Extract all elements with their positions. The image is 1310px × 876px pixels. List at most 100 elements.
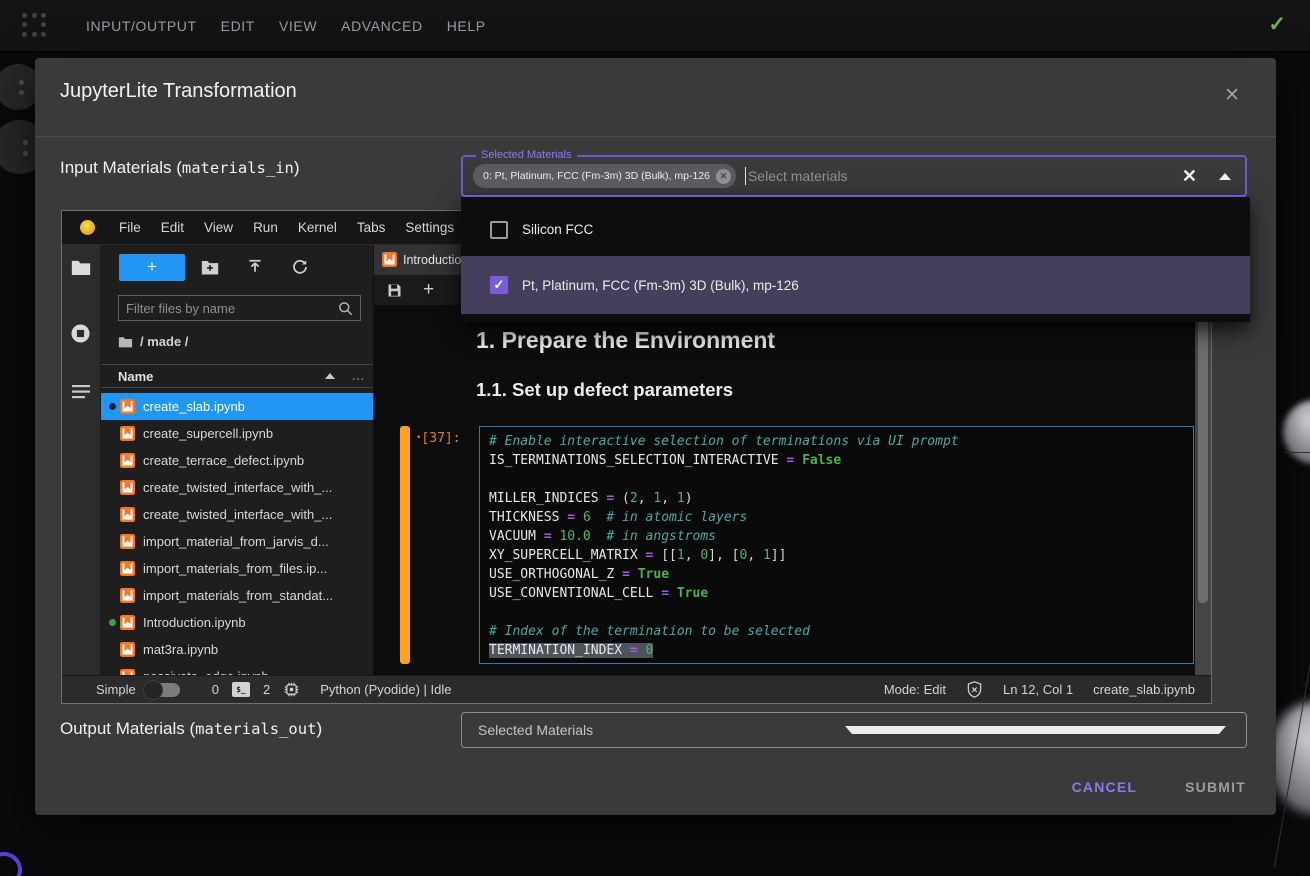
code-line: # Index of the termination to be selecte… bbox=[489, 622, 1184, 641]
cell-edge-line bbox=[1284, 452, 1310, 453]
file-row[interactable]: create_terrace_defect.ipynb bbox=[101, 447, 373, 474]
jupyter-menu-settings[interactable]: Settings bbox=[395, 220, 464, 235]
file-row[interactable]: import_materials_from_files.ip... bbox=[101, 555, 373, 582]
topbar-menu-help[interactable]: HELP bbox=[435, 18, 498, 34]
file-list-header[interactable]: Name ... bbox=[101, 364, 373, 388]
file-row[interactable]: Introduction.ipynb bbox=[101, 609, 373, 636]
input-label-prefix: Input Materials ( bbox=[60, 158, 182, 177]
checkbox-checked-icon[interactable]: ✓ bbox=[490, 276, 508, 294]
breadcrumb[interactable]: / made / bbox=[118, 334, 188, 349]
add-cell-icon[interactable]: + bbox=[423, 279, 434, 301]
notebook-file-icon bbox=[120, 480, 135, 495]
cell-collapser-bar[interactable] bbox=[400, 426, 410, 664]
file-name: import_material_from_jarvis_d... bbox=[143, 534, 329, 549]
kernel-chip-icon bbox=[283, 681, 300, 698]
code-line: # Enable interactive selection of termin… bbox=[489, 432, 1184, 451]
jupyter-menu-run[interactable]: Run bbox=[243, 220, 288, 235]
filter-files-box[interactable] bbox=[118, 295, 361, 321]
file-name: Introduction.ipynb bbox=[143, 615, 246, 630]
refresh-icon[interactable] bbox=[280, 259, 320, 275]
new-launcher-button[interactable]: + bbox=[119, 254, 185, 281]
code-line: TERMINATION_INDEX = 0 bbox=[489, 641, 1184, 660]
file-row[interactable]: mat3ra.ipynb bbox=[101, 636, 373, 663]
chip-delete-icon[interactable]: ✕ bbox=[716, 169, 731, 184]
jupyter-menu-view[interactable]: View bbox=[194, 220, 243, 235]
topbar-menu-view[interactable]: VIEW bbox=[267, 18, 329, 34]
sort-ascending-icon[interactable] bbox=[325, 373, 335, 379]
table-of-contents-icon[interactable] bbox=[72, 385, 90, 399]
terminals-count[interactable]: 0 bbox=[212, 682, 219, 697]
jupyter-menu-kernel[interactable]: Kernel bbox=[288, 220, 347, 235]
material-chip[interactable]: 0: Pt, Platinum, FCC (Fm-3m) 3D (Bulk), … bbox=[473, 164, 736, 188]
app-logo-icon[interactable] bbox=[22, 13, 48, 39]
kernels-count[interactable]: 2 bbox=[263, 682, 270, 697]
scrollbar-thumb[interactable] bbox=[1198, 273, 1208, 603]
chevron-down-icon[interactable] bbox=[845, 726, 1226, 734]
jupyter-menu-file[interactable]: File bbox=[109, 220, 151, 235]
file-row[interactable]: import_materials_from_standat... bbox=[101, 582, 373, 609]
notebook-file-icon bbox=[120, 588, 135, 603]
filter-files-input[interactable] bbox=[126, 301, 338, 316]
jupyter-menu-tabs[interactable]: Tabs bbox=[347, 220, 396, 235]
simple-mode-toggle[interactable] bbox=[146, 683, 180, 697]
submit-button[interactable]: SUBMIT bbox=[1185, 779, 1246, 795]
input-materials-label: Input Materials (materials_in) bbox=[60, 158, 300, 178]
more-columns-icon[interactable]: ... bbox=[352, 369, 365, 383]
breadcrumb-path: / made / bbox=[140, 334, 188, 349]
tab-introduction-ipynb[interactable]: Introduction.ipynb bbox=[374, 245, 462, 274]
material-option-0[interactable]: Silicon FCC bbox=[461, 207, 1250, 252]
code-line: USE_CONVENTIONAL_CELL = True bbox=[489, 584, 1184, 603]
cancel-button[interactable]: CANCEL bbox=[1072, 779, 1138, 795]
new-folder-icon[interactable] bbox=[190, 260, 230, 275]
app-background: INPUT/OUTPUTEDITVIEWADVANCEDHELP ✓ Jupyt… bbox=[0, 0, 1310, 876]
notebook-file-icon bbox=[120, 534, 135, 549]
clear-icon[interactable]: ✕ bbox=[1182, 166, 1197, 187]
materials-dropdown: Silicon FCC ✓ Pt, Platinum, FCC (Fm-3m) 3D… bbox=[461, 197, 1250, 322]
selected-materials-input[interactable]: Selected Materials 0: Pt, Platinum, FCC … bbox=[461, 155, 1247, 197]
file-row[interactable]: create_slab.ipynb bbox=[101, 393, 373, 420]
file-row[interactable]: passivate_edge.ipynb bbox=[101, 663, 373, 675]
trust-shield-icon[interactable] bbox=[966, 681, 983, 699]
file-row[interactable]: import_material_from_jarvis_d... bbox=[101, 528, 373, 555]
folder-icon bbox=[118, 336, 133, 348]
code-editor[interactable]: # Enable interactive selection of termin… bbox=[479, 426, 1194, 664]
upload-icon[interactable] bbox=[235, 259, 275, 275]
topbar-menu-edit[interactable]: EDIT bbox=[209, 18, 267, 34]
name-column-header[interactable]: Name bbox=[118, 369, 153, 384]
checkbox-unchecked-icon[interactable] bbox=[490, 221, 508, 239]
code-line bbox=[489, 470, 1184, 489]
code-line bbox=[489, 603, 1184, 622]
file-row[interactable]: create_twisted_interface_with_... bbox=[101, 501, 373, 528]
close-icon[interactable]: ✕ bbox=[1224, 84, 1240, 107]
topbar-menu-advanced[interactable]: ADVANCED bbox=[329, 18, 435, 34]
jupyter-menu-edit[interactable]: Edit bbox=[151, 220, 194, 235]
notebook-file-icon bbox=[120, 561, 135, 576]
topbar-menu: INPUT/OUTPUTEDITVIEWADVANCEDHELP bbox=[74, 18, 498, 34]
running-kernels-icon[interactable] bbox=[70, 323, 91, 344]
topbar-menu-input-output[interactable]: INPUT/OUTPUT bbox=[74, 18, 209, 34]
code-line: XY_SUPERCELL_MATRIX = [[1, 0], [0, 1]] bbox=[489, 546, 1184, 565]
cell-execution-prompt: •[37]: bbox=[416, 431, 461, 446]
material-option-label: Pt, Platinum, FCC (Fm-3m) 3D (Bulk), mp-… bbox=[522, 278, 799, 293]
jupyterlite-transformation-dialog: JupyterLite Transformation ✕ Input Mater… bbox=[35, 58, 1276, 815]
file-browser-icon[interactable] bbox=[71, 259, 91, 276]
notebook-file-icon bbox=[120, 399, 135, 414]
notebook-file-icon bbox=[120, 615, 135, 630]
jupyterlite-logo-icon bbox=[80, 220, 95, 235]
save-icon[interactable] bbox=[387, 283, 402, 298]
materials-search-input[interactable] bbox=[748, 168, 1170, 184]
file-row[interactable]: create_supercell.ipynb bbox=[101, 420, 373, 447]
material-option-label: Silicon FCC bbox=[522, 222, 593, 237]
logo-arc bbox=[0, 852, 22, 876]
file-name: create_twisted_interface_with_... bbox=[143, 507, 332, 522]
kernel-status[interactable]: Python (Pyodide) | Idle bbox=[320, 682, 451, 697]
output-materials-select[interactable]: Selected Materials bbox=[461, 712, 1247, 748]
cursor-position-indicator[interactable]: Ln 12, Col 1 bbox=[1003, 682, 1073, 697]
file-row[interactable]: create_twisted_interface_with_... bbox=[101, 474, 373, 501]
check-icon[interactable]: ✓ bbox=[1268, 12, 1286, 37]
chevron-up-icon[interactable] bbox=[1219, 173, 1231, 180]
input-label-code: materials_in bbox=[182, 159, 294, 177]
file-name: create_supercell.ipynb bbox=[143, 426, 273, 441]
text-cursor bbox=[745, 167, 746, 185]
material-option-1[interactable]: ✓ Pt, Platinum, FCC (Fm-3m) 3D (Bulk), mp… bbox=[461, 256, 1250, 314]
